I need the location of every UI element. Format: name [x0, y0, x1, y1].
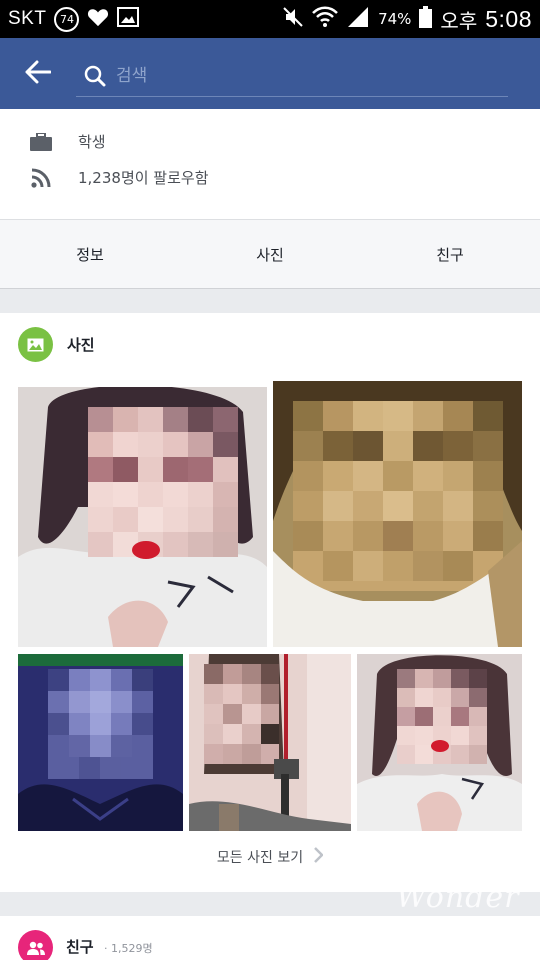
ampm-label: 오후: [440, 8, 478, 33]
app-bar: [0, 38, 540, 109]
photo-thumbnail-1[interactable]: [18, 387, 267, 647]
photo-thumbnail-4[interactable]: [189, 654, 351, 831]
tab-photos[interactable]: 사진: [180, 220, 360, 288]
clock-time: 5:08: [485, 5, 532, 32]
wifi-icon: [312, 6, 338, 32]
friends-card: 친구 · 1,529명: [0, 916, 540, 960]
briefcase-icon: [30, 132, 52, 151]
tab-info[interactable]: 정보: [0, 220, 180, 288]
followers-info-row: 1,238명이 팔로우함: [30, 167, 209, 188]
watermark-text: Wonder: [396, 880, 520, 915]
rss-icon: [30, 168, 52, 188]
profile-info-section: 학생 1,238명이 팔로우함: [0, 109, 540, 219]
photo-thumbnail-2[interactable]: [273, 381, 522, 647]
see-all-photos-link[interactable]: 모든 사진 보기: [0, 847, 540, 867]
search-bar[interactable]: [76, 57, 508, 97]
tab-friends[interactable]: 친구: [360, 220, 540, 288]
signal-icon: [346, 6, 370, 32]
back-arrow-icon: [25, 60, 52, 88]
carrier-label: SKT: [8, 8, 47, 29]
back-button[interactable]: [0, 38, 76, 109]
chevron-right-icon: [313, 847, 324, 867]
photo-thumbnail-3[interactable]: [18, 654, 183, 831]
photos-card-header: 사진: [18, 327, 95, 362]
work-text: 학생: [78, 133, 106, 151]
photos-icon: [18, 327, 53, 362]
mute-icon: [282, 6, 304, 32]
work-info-row: 학생: [30, 131, 106, 152]
followers-text: 1,238명이 팔로우함: [78, 169, 209, 187]
profile-tab-bar: 정보 사진 친구: [0, 219, 540, 289]
see-all-photos-label: 모든 사진 보기: [216, 850, 304, 866]
friends-icon: [18, 930, 53, 960]
status-bar: SKT 74 74% 오후 5:08: [0, 0, 540, 38]
search-icon: [80, 65, 110, 87]
image-icon: [117, 7, 140, 31]
friends-count: · 1,529명: [104, 942, 153, 955]
photos-card: 사진 모든 사진 보기: [0, 313, 540, 892]
battery-icon: [419, 6, 433, 32]
friends-card-title: 친구: [66, 938, 94, 956]
photos-card-title: 사진: [67, 336, 95, 354]
battery-percent: 74%: [378, 10, 412, 28]
search-input[interactable]: [116, 66, 486, 86]
heart-icon: [87, 7, 109, 31]
photo-thumbnail-5[interactable]: [357, 654, 522, 831]
notification-count-badge: 74: [54, 6, 80, 32]
